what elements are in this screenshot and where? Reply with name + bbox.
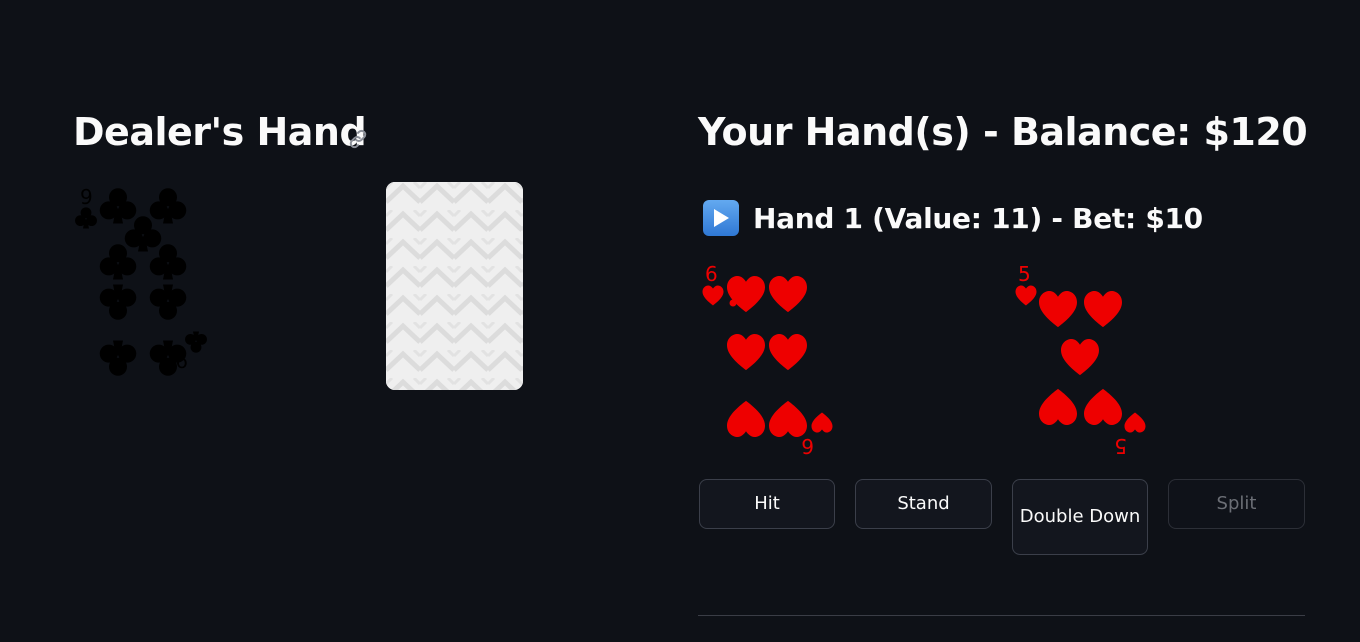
- svg-text:9: 9: [175, 348, 188, 372]
- double-down-button[interactable]: Double Down: [1012, 479, 1148, 555]
- section-divider: [698, 615, 1305, 616]
- dealer-card-9-clubs: 9 9: [72, 182, 212, 387]
- hand-1-label: Hand 1 (Value: 11) - Bet: $10: [753, 201, 1203, 235]
- player-card-6-hearts: 6 6: [700, 258, 840, 463]
- player-card-5-hearts: 5 5: [1013, 258, 1153, 463]
- link-icon[interactable]: [347, 128, 369, 150]
- svg-text:6: 6: [705, 262, 718, 286]
- split-button[interactable]: Split: [1168, 479, 1305, 529]
- player-hands-title: Your Hand(s) - Balance: $120: [698, 110, 1308, 154]
- dealer-hand-title: Dealer's Hand: [73, 110, 367, 154]
- dealer-card-face-down: [386, 182, 523, 390]
- svg-text:5: 5: [1018, 262, 1031, 286]
- play-button-icon: [703, 200, 739, 236]
- svg-text:5: 5: [1114, 434, 1127, 458]
- hit-button[interactable]: Hit: [699, 479, 835, 529]
- stand-button[interactable]: Stand: [855, 479, 992, 529]
- svg-text:6: 6: [801, 434, 814, 458]
- hand-1-header: Hand 1 (Value: 11) - Bet: $10: [703, 198, 1203, 238]
- svg-text:9: 9: [80, 185, 93, 209]
